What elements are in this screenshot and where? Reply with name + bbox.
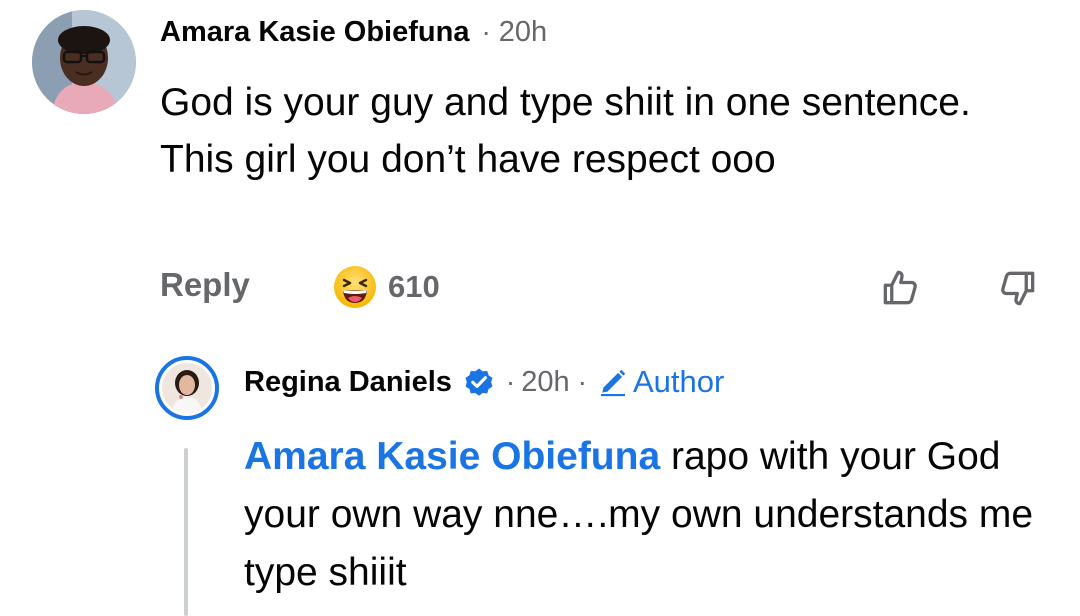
laughing-face-icon xyxy=(334,266,376,308)
thumbs-up-icon[interactable] xyxy=(878,266,922,310)
comment-header: Amara Kasie Obiefuna · 20h xyxy=(160,16,547,49)
separator-dot: · xyxy=(481,16,491,47)
comment-thread: Amara Kasie Obiefuna · 20h God is your g… xyxy=(0,0,1080,616)
reply-author-name[interactable]: Regina Daniels xyxy=(244,366,452,399)
reply-thread-line xyxy=(184,448,188,616)
separator-dot: · xyxy=(577,366,587,397)
comment-author-name[interactable]: Amara Kasie Obiefuna xyxy=(160,16,469,49)
mention-link[interactable]: Amara Kasie Obiefuna xyxy=(244,435,660,478)
reply-text: Amara Kasie Obiefuna rapo with your God … xyxy=(244,428,1044,602)
reply-header: Regina Daniels · 20h · Author xyxy=(244,364,724,400)
commenter-avatar[interactable] xyxy=(32,10,136,114)
reaction-summary[interactable]: 610 xyxy=(332,264,440,310)
comment-text: God is your guy and type shiit in one se… xyxy=(160,81,971,181)
reply-author-photo xyxy=(162,363,212,413)
pencil-icon xyxy=(600,369,626,397)
comment-timestamp[interactable]: 20h xyxy=(499,16,547,49)
reply-author-avatar[interactable] xyxy=(155,356,219,420)
reply-timestamp[interactable]: 20h xyxy=(521,366,569,399)
separator-dot: · xyxy=(505,366,516,397)
commenter-photo xyxy=(32,10,136,114)
author-badge-label: Author xyxy=(632,364,725,399)
reaction-count: 610 xyxy=(388,269,440,304)
verified-badge-icon xyxy=(465,368,493,396)
thumbs-down-icon[interactable] xyxy=(996,266,1040,310)
reply-button[interactable]: Reply xyxy=(160,266,250,304)
comment-actions: Reply 610 xyxy=(160,262,1040,310)
